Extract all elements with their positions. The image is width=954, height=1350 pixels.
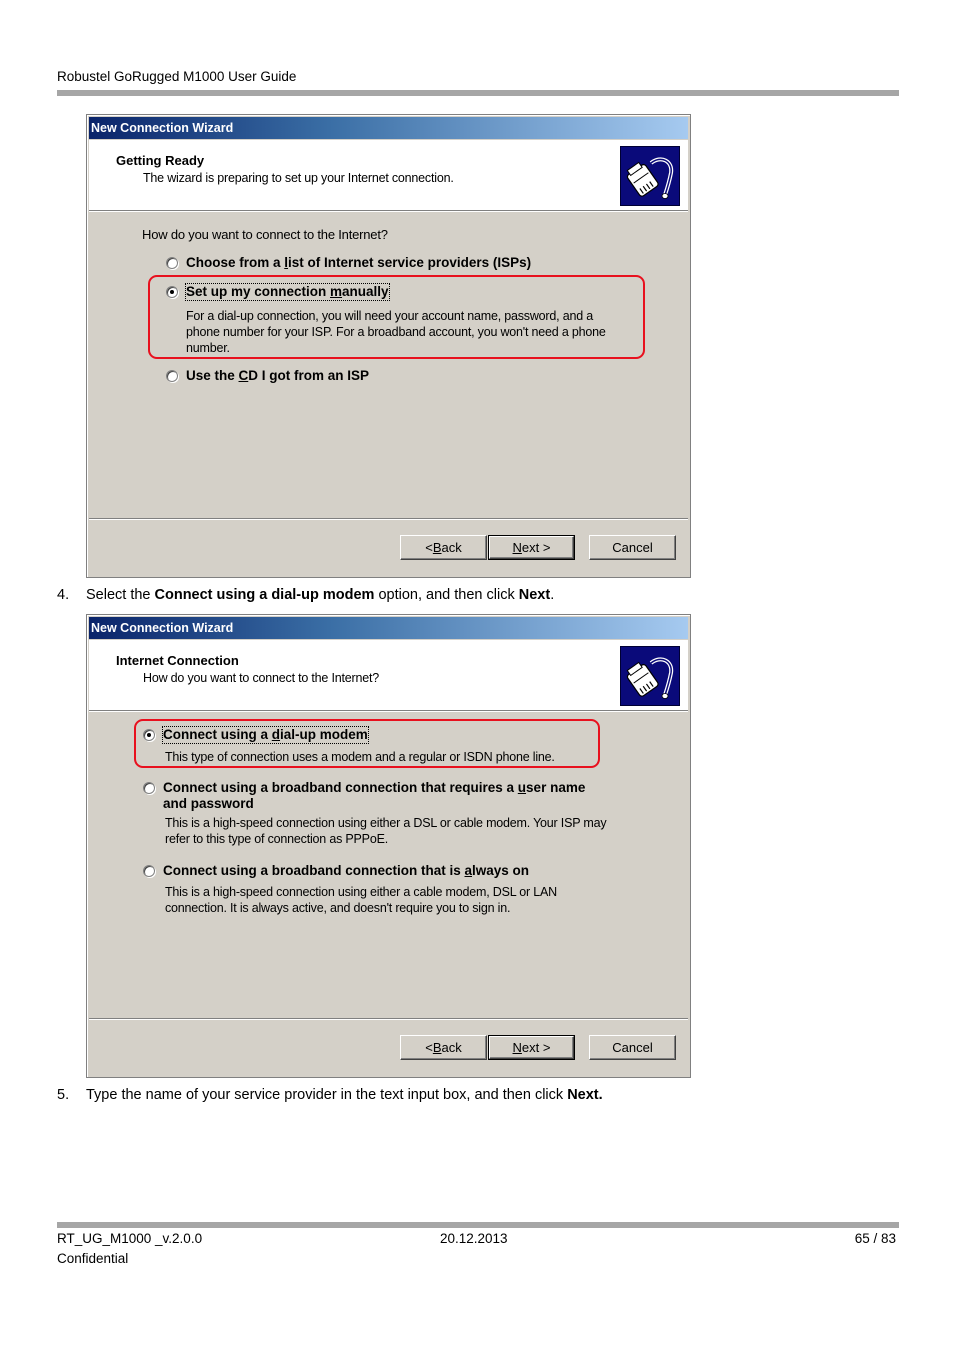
wizard-subheading: How do you want to connect to the Intern… [143, 671, 379, 685]
option-dial-up-modem[interactable]: Connect using a dial-up modem [143, 726, 369, 744]
option-label: Connect using a broadband connection tha… [163, 780, 586, 811]
footer-doc-id: RT_UG_M1000 _v.2.0.0 [57, 1231, 203, 1246]
option-label: Set up my connection manually [185, 283, 390, 301]
back-button[interactable]: < Back [400, 535, 487, 560]
option-broadband-user-password[interactable]: Connect using a broadband connection tha… [143, 780, 585, 812]
button-separator [89, 518, 688, 519]
question-text: How do you want to connect to the Intern… [142, 227, 388, 242]
cancel-button[interactable]: Cancel [589, 535, 676, 560]
instruction-step-5: 5. Type the name of your service provider… [57, 1087, 603, 1103]
wizard-title-bar: New Connection Wizard [89, 617, 688, 639]
wizard-header: Internet Connection How do you want to c… [89, 640, 688, 712]
footer-confidentiality: Confidential [57, 1251, 129, 1266]
radio-button[interactable] [143, 782, 155, 794]
step-text: option, and then click [374, 587, 519, 603]
cancel-button[interactable]: Cancel [589, 1035, 676, 1060]
radio-button-checked[interactable] [166, 286, 178, 298]
step-text: Type the name of your service provider i… [86, 1087, 568, 1103]
step-bold-text: Next [518, 587, 551, 603]
description-line: refer to this type of connection as PPPo… [165, 832, 388, 846]
wizard-window-getting-ready: New Connection Wizard Getting Ready The … [86, 114, 691, 578]
network-cable-icon [620, 646, 680, 706]
option-description: For a dial-up connection, you will need … [186, 308, 606, 356]
option-description: This is a high-speed connection using ei… [165, 884, 557, 916]
description-line: number. [186, 341, 230, 355]
back-button[interactable]: < Back [400, 1035, 487, 1060]
wizard-window-internet-connection: New Connection Wizard Internet Connectio… [86, 614, 691, 1078]
next-button[interactable]: Next > [488, 1035, 575, 1060]
step-number: 5. [57, 1087, 70, 1103]
footer-page-number: 65 / 83 [854, 1231, 896, 1246]
wizard-subheading: The wizard is preparing to set up your I… [143, 171, 454, 185]
option-description: This type of connection uses a modem and… [165, 749, 555, 765]
option-description: This is a high-speed connection using ei… [165, 815, 607, 847]
step-number: 4. [57, 587, 70, 603]
option-choose-isp-list[interactable]: Choose from a list of Internet service p… [166, 255, 531, 271]
wizard-title-bar: New Connection Wizard [89, 117, 688, 139]
wizard-button-bar: < Back Next > Cancel [400, 1035, 676, 1062]
network-cable-icon [620, 146, 680, 206]
radio-button[interactable] [166, 370, 178, 382]
radio-button[interactable] [166, 257, 178, 269]
step-text: . [550, 587, 555, 603]
description-line: connection. It is always active, and doe… [165, 901, 511, 915]
instruction-step-4: 4. Select the Connect using a dial-up mod… [57, 587, 554, 603]
description-line: This is a high-speed connection using ei… [165, 885, 558, 899]
option-use-isp-cd[interactable]: Use the CD I got from an ISP [166, 368, 369, 384]
next-button[interactable]: Next > [488, 535, 575, 560]
option-broadband-always-on[interactable]: Connect using a broadband connection tha… [143, 863, 529, 879]
step-text: Select the [86, 587, 155, 603]
wizard-body: How do you want to connect to the Intern… [89, 213, 688, 517]
radio-button-checked[interactable] [143, 729, 155, 741]
option-label: Choose from a list of Internet service p… [186, 255, 532, 270]
wizard-heading: Getting Ready [116, 153, 205, 168]
option-set-up-manually[interactable]: Set up my connection manually [166, 283, 390, 301]
step-bold-text: Connect using a dial-up modem [154, 587, 375, 603]
description-line: This type of connection uses a modem and… [165, 750, 555, 764]
wizard-heading: Internet Connection [116, 653, 239, 668]
option-label: Connect using a dial-up modem [162, 726, 369, 744]
description-line: For a dial-up connection, you will need … [186, 309, 593, 323]
footer-date: 20.12.2013 [440, 1231, 508, 1246]
button-separator [89, 1018, 688, 1019]
radio-button[interactable] [143, 865, 155, 877]
wizard-button-bar: < Back Next > Cancel [400, 535, 676, 562]
step-bold-text: Next. [567, 1087, 603, 1103]
description-line: phone number for your ISP. For a broadba… [186, 325, 606, 339]
description-line: This is a high-speed connection using ei… [165, 816, 607, 830]
wizard-body: Connect using a dial-up modem This type … [89, 713, 688, 1017]
option-label: Connect using a broadband connection tha… [163, 863, 530, 878]
footer-rule [57, 1222, 899, 1228]
document-header-title: Robustel GoRugged M1000 User Guide [57, 69, 297, 84]
header-rule [57, 90, 899, 96]
option-label: Use the CD I got from an ISP [186, 368, 370, 383]
wizard-header: Getting Ready The wizard is preparing to… [89, 140, 688, 212]
